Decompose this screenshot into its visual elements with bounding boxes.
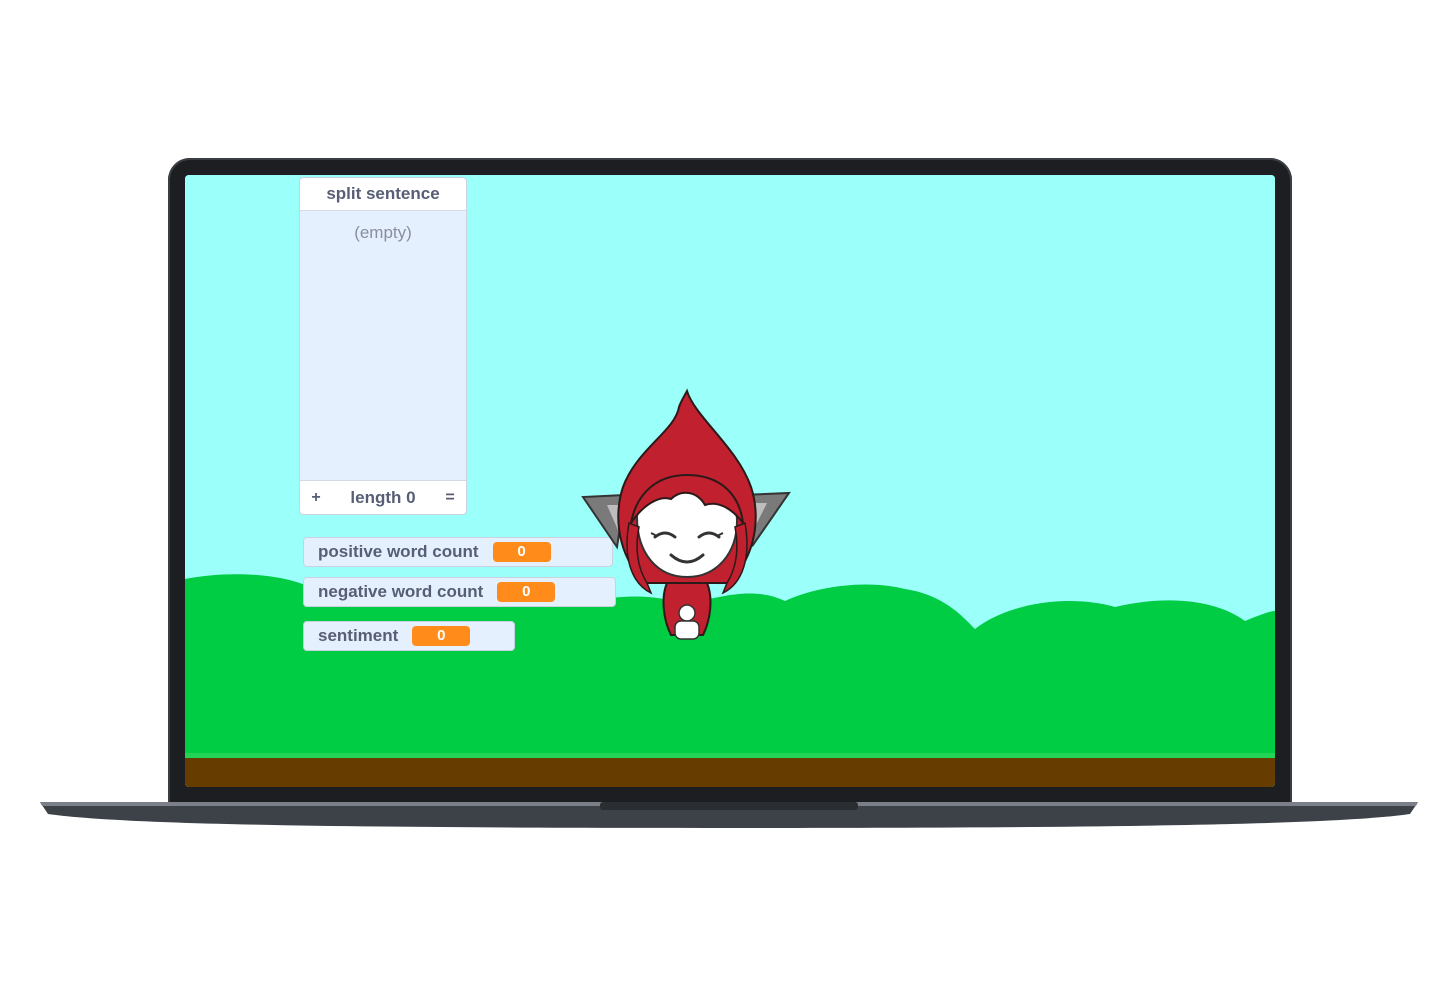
grass-edge: [185, 753, 1275, 758]
resize-handle[interactable]: =: [442, 489, 458, 507]
stage-screen[interactable]: split sentence (empty) + length 0 = posi…: [185, 175, 1275, 787]
laptop-base: [40, 800, 1418, 830]
page-bottom: [0, 850, 1456, 986]
variable-value: 0: [492, 542, 551, 562]
dirt-strip: [185, 757, 1275, 787]
variable-label: sentiment: [318, 626, 399, 645]
add-item-button[interactable]: +: [308, 489, 324, 507]
list-monitor-split-sentence[interactable]: split sentence (empty) + length 0 =: [299, 177, 467, 515]
laptop-mockup: split sentence (empty) + length 0 = posi…: [0, 0, 1456, 986]
variable-label: positive word count: [318, 542, 479, 561]
variable-value: 0: [412, 626, 471, 646]
list-length: length 0: [350, 487, 416, 507]
list-footer: + length 0 =: [300, 480, 466, 514]
variable-value: 0: [497, 582, 556, 602]
red-leaf-haired-character-icon[interactable]: [567, 387, 807, 647]
variable-monitor-sentiment[interactable]: sentiment 0: [303, 621, 515, 651]
variable-label: negative word count: [318, 582, 484, 601]
list-title: split sentence: [300, 178, 466, 211]
list-empty-text: (empty): [354, 223, 412, 242]
